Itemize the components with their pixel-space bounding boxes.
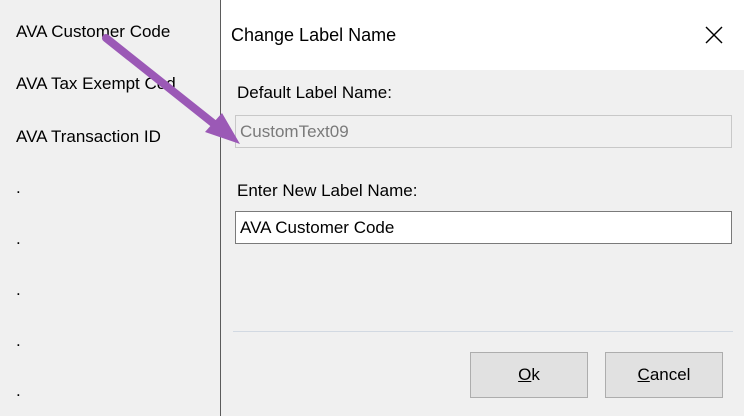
new-label-caption: Enter New Label Name: bbox=[237, 181, 418, 200]
list-item-placeholder[interactable]: . bbox=[16, 280, 21, 300]
divider bbox=[233, 331, 733, 332]
change-label-dialog: Change Label Name Default Label Name: En… bbox=[220, 0, 744, 416]
dialog-title: Change Label Name bbox=[231, 25, 397, 45]
ok-label-rest: k bbox=[531, 365, 540, 384]
close-button[interactable] bbox=[694, 18, 734, 52]
list-item[interactable]: AVA Customer Code bbox=[16, 22, 170, 42]
list-item-placeholder[interactable]: . bbox=[16, 331, 21, 351]
list-item-placeholder[interactable]: . bbox=[16, 381, 21, 401]
default-label-field bbox=[235, 115, 732, 148]
dialog-titlebar[interactable]: Change Label Name bbox=[221, 0, 744, 70]
close-icon bbox=[705, 26, 723, 44]
cancel-mnemonic: C bbox=[637, 365, 650, 384]
cancel-button[interactable]: Cancel bbox=[605, 352, 723, 398]
list-item[interactable]: AVA Tax Exempt Cod bbox=[16, 74, 176, 94]
ok-button[interactable]: Ok bbox=[470, 352, 588, 398]
default-label-caption: Default Label Name: bbox=[237, 83, 392, 102]
ok-mnemonic: O bbox=[518, 365, 532, 384]
list-item[interactable]: AVA Transaction ID bbox=[16, 127, 161, 147]
list-item-placeholder[interactable]: . bbox=[16, 229, 21, 249]
new-label-field[interactable] bbox=[235, 211, 732, 244]
cancel-label-rest: ancel bbox=[649, 365, 691, 384]
list-item-placeholder[interactable]: . bbox=[16, 178, 21, 198]
background-label-list: AVA Customer Code AVA Tax Exempt Cod AVA… bbox=[0, 0, 225, 416]
